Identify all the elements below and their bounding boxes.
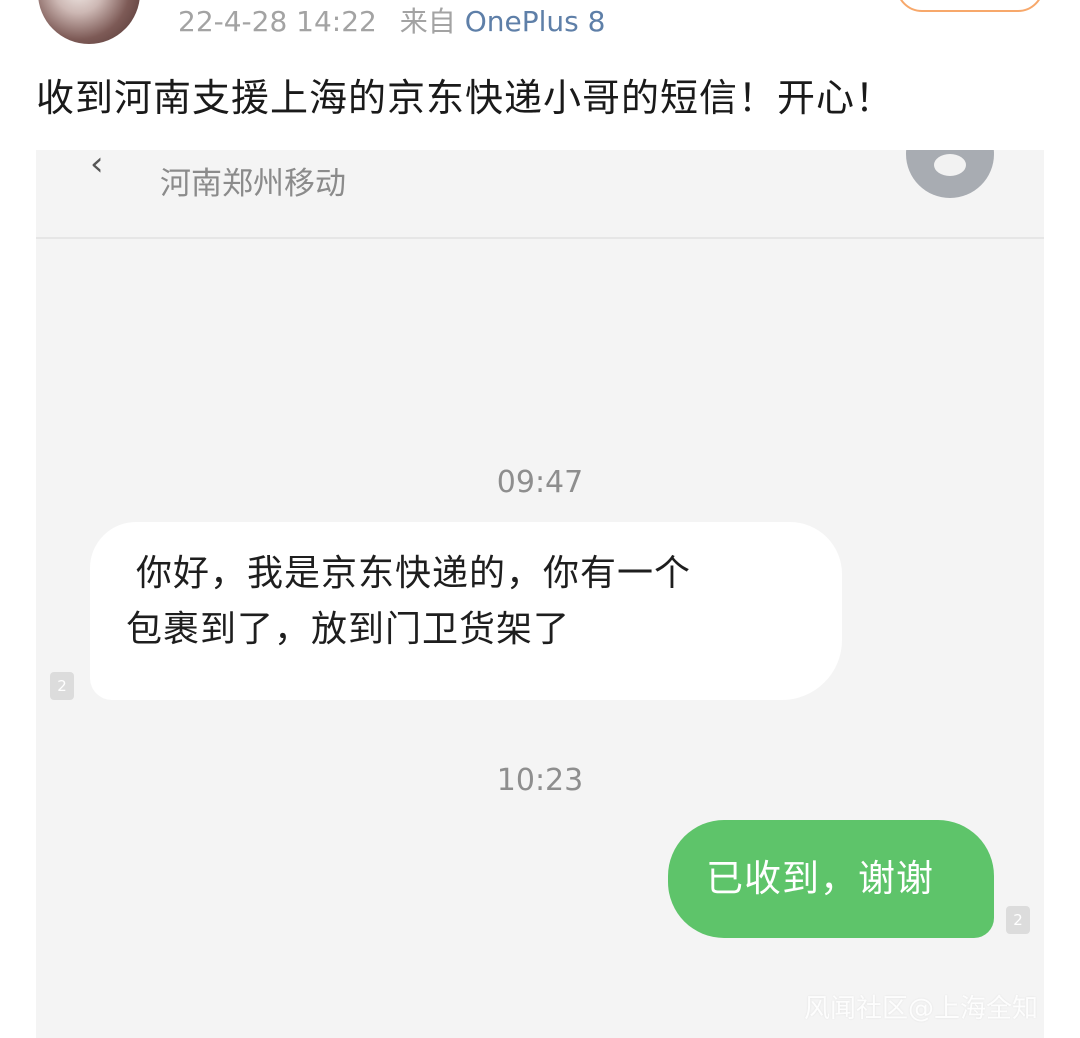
post-device-link[interactable]: OnePlus 8 [465,5,606,38]
author-avatar[interactable] [38,0,140,44]
outgoing-message-bubble: 已收到，谢谢 [668,820,994,938]
incoming-message-line: 你好，我是京东快递的，你有一个 [136,553,692,594]
contact-avatar-icon [906,150,994,198]
incoming-message-bubble: 你好，我是京东快递的，你有一个 包裹到了，放到门卫货架了 [90,522,842,700]
message-time: 09:47 [496,465,584,500]
sms-screenshot: ‹ 河南郑州移动 09:47 你好，我是京东快递的，你有一个 包裹到了，放到门卫… [36,150,1044,1038]
sim-card-icon: 2 [50,672,74,700]
post-body-text: 收到河南支援上海的京东快递小哥的短信！开心！ [36,76,895,120]
back-arrow-icon: ‹ [90,150,104,184]
post-timestamp: 22-4-28 14:22 [178,5,377,38]
follow-button[interactable] [896,0,1044,12]
post-source-prefix: 来自 [399,5,456,38]
sms-header: ‹ 河南郑州移动 [36,150,1044,239]
sms-carrier-label: 河南郑州移动 [160,166,346,202]
incoming-message-line: 包裹到了，放到门卫货架了 [126,609,571,650]
post-meta: 22-4-28 14:22 来自 OnePlus 8 [178,4,605,40]
watermark: 风闻社区@上海全知 [803,994,1038,1024]
message-time: 10:23 [496,763,584,798]
sim-card-icon: 2 [1006,906,1030,934]
